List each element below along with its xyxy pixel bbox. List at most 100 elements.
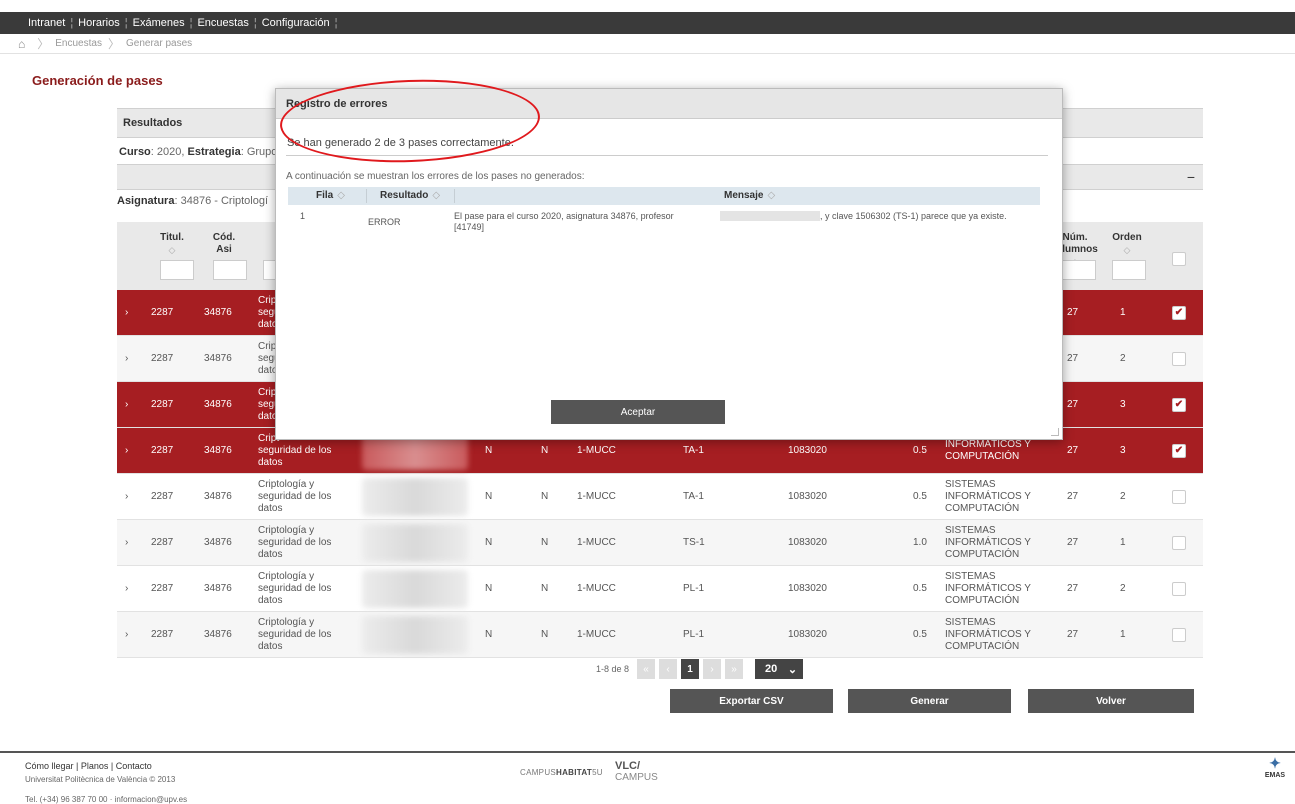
row-checkbox[interactable]: [1172, 582, 1186, 596]
cell-clave: 1083020: [788, 491, 827, 502]
breadcrumb-generar-pases[interactable]: Generar pases: [126, 38, 192, 49]
row-checkbox-cell: ✔: [1172, 428, 1186, 474]
cell-n2: N: [541, 629, 549, 640]
redacted-profesor: [362, 478, 468, 516]
expand-icon[interactable]: ›: [125, 474, 135, 520]
cell-cod-asi: 34876: [204, 399, 232, 410]
error-resultado: ERROR: [368, 217, 401, 227]
cell-cod-asi: 34876: [204, 629, 232, 640]
column-header-orden[interactable]: Orden ◇: [1109, 232, 1145, 256]
row-checkbox[interactable]: [1172, 352, 1186, 366]
resize-handle[interactable]: [1051, 428, 1059, 436]
cell-creditos: 0.5: [913, 629, 927, 640]
error-mensaje-c: [41749]: [454, 222, 485, 232]
page-size-select[interactable]: 20 ⌄: [755, 659, 804, 679]
errors-table: Fila ◇ Resultado ◇ Mensaje ◇ 1 ERROR El pas…: [288, 187, 1040, 241]
sort-icon[interactable]: ◇: [767, 190, 775, 201]
cell-n1: N: [485, 583, 493, 594]
export-csv-button[interactable]: Exportar CSV: [670, 689, 833, 713]
collapse-icon[interactable]: −: [1187, 169, 1195, 185]
last-page-icon[interactable]: »: [725, 659, 744, 679]
sort-icon[interactable]: ◇: [157, 244, 187, 256]
footer-contact: Tel. (+34) 96 387 70 00 · informacion@up…: [25, 795, 188, 804]
cell-clave: 1083020: [788, 583, 827, 594]
prev-page-icon[interactable]: ‹: [659, 659, 678, 679]
sort-icon[interactable]: ◇: [337, 190, 345, 201]
table-row[interactable]: › 2287 34876 Criptología y seguridad de los…: [117, 612, 1203, 658]
cell-cod-asi: 34876: [204, 353, 232, 364]
filter-cod-asi-input[interactable]: [213, 260, 247, 280]
row-checkbox[interactable]: ✔: [1172, 444, 1186, 458]
cell-tipo: PL-1: [683, 629, 705, 640]
filter-num-alumnos-input[interactable]: [1062, 260, 1096, 280]
row-checkbox[interactable]: ✔: [1172, 398, 1186, 412]
cell-orden: 1: [1120, 307, 1126, 318]
row-checkbox-cell: [1172, 612, 1186, 658]
expand-icon[interactable]: ›: [125, 290, 135, 336]
table-row[interactable]: › 2287 34876 Criptología y seguridad de los…: [117, 566, 1203, 612]
row-checkbox[interactable]: ✔: [1172, 306, 1186, 320]
cell-titul: 2287: [151, 491, 174, 502]
cell-orden: 2: [1120, 583, 1126, 594]
column-header-cod-asi[interactable]: Cód. Asi: [209, 232, 239, 256]
column-header-fila[interactable]: Fila ◇: [316, 190, 345, 201]
filter-titul-input[interactable]: [160, 260, 194, 280]
footer-links[interactable]: Cómo llegar | Planos | Contacto: [25, 761, 152, 771]
back-button[interactable]: Volver: [1028, 689, 1194, 713]
select-all-checkbox[interactable]: [1172, 252, 1186, 266]
cell-cod-asi: 34876: [204, 537, 232, 548]
page-button-current[interactable]: 1: [681, 659, 700, 679]
cell-grupo: 1-MUCC: [577, 537, 616, 548]
filter-orden-input[interactable]: [1112, 260, 1146, 280]
cell-asignatura: Criptología y seguridad de los datos: [258, 617, 332, 652]
sort-icon[interactable]: ◇: [432, 190, 440, 201]
table-row[interactable]: › 2287 34876 Criptología y seguridad de los…: [117, 520, 1203, 566]
nav-configuracion[interactable]: Configuración: [262, 17, 330, 29]
cell-n2: N: [541, 537, 549, 548]
redacted-profesor: [362, 570, 468, 608]
nav-horarios[interactable]: Horarios: [78, 17, 120, 29]
cell-clave: 1083020: [788, 629, 827, 640]
curso-info: Curso: 2020, Estrategia: Grupo: [119, 146, 278, 158]
expand-icon[interactable]: ›: [125, 520, 135, 566]
cell-grupo: 1-MUCC: [577, 629, 616, 640]
sort-icon[interactable]: ◇: [1109, 244, 1145, 256]
cell-num-alumnos: 27: [1067, 629, 1079, 640]
campus-habitat-logo: CAMPUSHABITAT5U: [520, 768, 603, 777]
row-checkbox[interactable]: [1172, 490, 1186, 504]
expand-icon[interactable]: ›: [125, 612, 135, 658]
expand-icon[interactable]: ›: [125, 382, 135, 428]
first-page-icon[interactable]: «: [637, 659, 656, 679]
nav-examenes[interactable]: Exámenes: [133, 17, 185, 29]
column-header-resultado[interactable]: Resultado ◇: [380, 190, 440, 201]
cell-orden: 1: [1120, 629, 1126, 640]
column-header-mensaje[interactable]: Mensaje ◇: [724, 190, 775, 201]
column-header-titul[interactable]: Titul. ◇: [157, 232, 187, 256]
row-checkbox[interactable]: [1172, 628, 1186, 642]
error-fila: 1: [300, 211, 306, 221]
cell-n2: N: [541, 583, 549, 594]
nav-encuestas[interactable]: Encuestas: [197, 17, 248, 29]
page-title: Generación de pases: [32, 73, 163, 88]
cell-creditos: 0.5: [913, 491, 927, 502]
top-navigation: Intranet ¦ Horarios ¦ Exámenes ¦ Encuestas ¦…: [0, 0, 1295, 34]
cell-n1: N: [485, 537, 493, 548]
breadcrumb-encuestas[interactable]: Encuestas: [55, 38, 102, 49]
cell-num-alumnos: 27: [1067, 307, 1079, 318]
accept-button[interactable]: Aceptar: [551, 400, 725, 424]
cell-cod-asi: 34876: [204, 445, 232, 456]
cell-n1: N: [485, 629, 493, 640]
generate-button[interactable]: Generar: [848, 689, 1011, 713]
emas-star-icon: ✦: [1269, 755, 1281, 771]
expand-icon[interactable]: ›: [125, 428, 135, 474]
emas-logo: ✦ EMAS: [1264, 755, 1286, 779]
home-icon[interactable]: ⌂: [18, 37, 25, 51]
row-checkbox[interactable]: [1172, 536, 1186, 550]
nav-intranet[interactable]: Intranet: [28, 17, 65, 29]
footer: Cómo llegar | Planos | Contacto Universi…: [0, 751, 1295, 804]
expand-icon[interactable]: ›: [125, 566, 135, 612]
next-page-icon[interactable]: ›: [703, 659, 722, 679]
table-row[interactable]: › 2287 34876 Criptología y seguridad de los…: [117, 474, 1203, 520]
expand-icon[interactable]: ›: [125, 336, 135, 382]
vlc-campus-logo: VLC/CAMPUS: [615, 760, 658, 784]
